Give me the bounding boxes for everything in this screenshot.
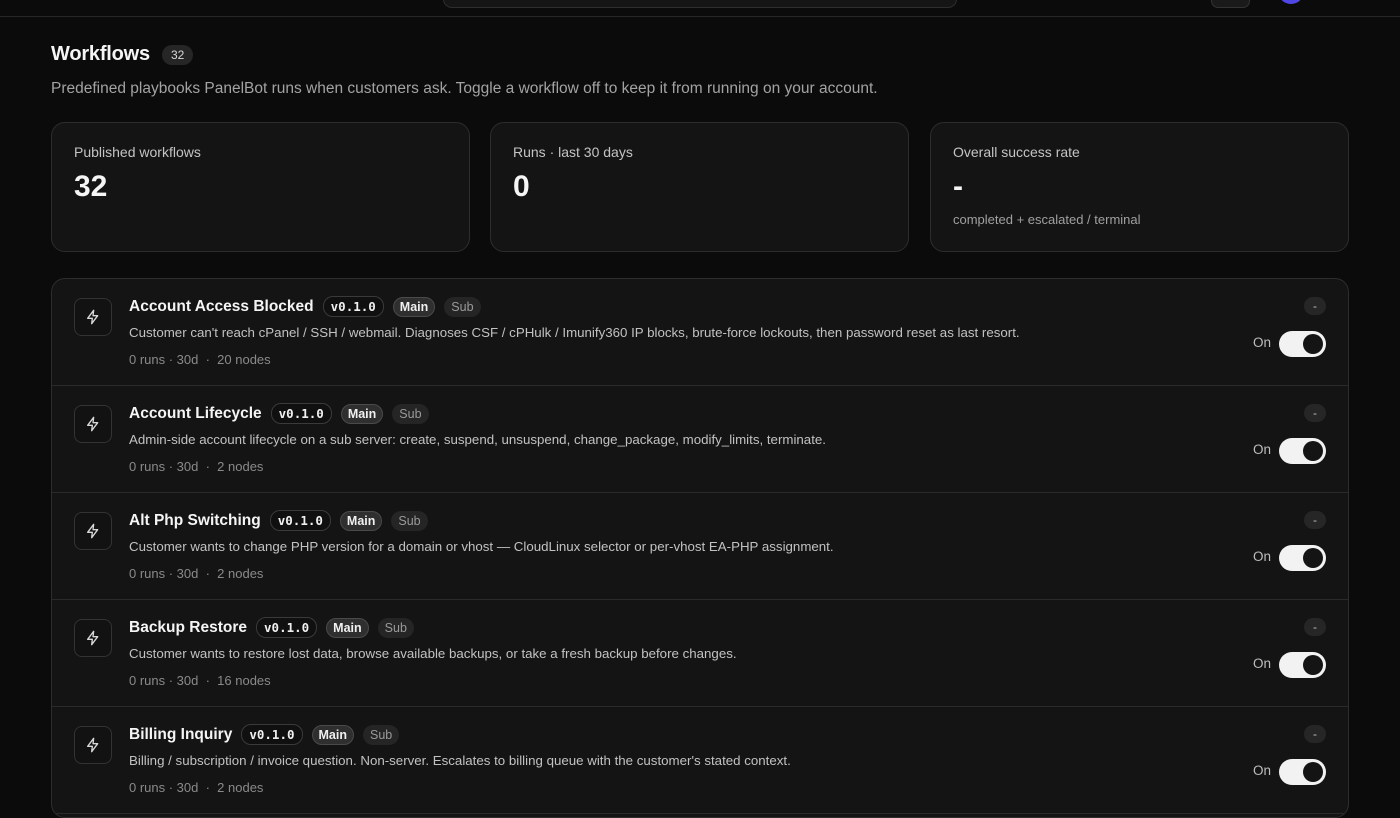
workflow-description: Customer can't reach cPanel / SSH / webm…	[129, 325, 1020, 340]
workflow-description: Billing / subscription / invoice questio…	[129, 753, 791, 768]
enable-toggle[interactable]	[1279, 652, 1326, 678]
stat-card-published: Published workflows 32	[51, 122, 470, 252]
workflow-name[interactable]: Account Access Blocked	[129, 298, 314, 316]
toggle-knob	[1303, 334, 1323, 354]
toggle-knob	[1303, 548, 1323, 568]
page-title: Workflows	[51, 43, 150, 65]
toggle-knob	[1303, 762, 1323, 782]
workflow-meta: 0 runs · 30d · 20 nodes	[129, 352, 271, 367]
runs-count: 0 runs · 30d	[129, 566, 199, 581]
workflow-list: Account Access Blocked v0.1.0 Main Sub C…	[51, 278, 1349, 818]
success-rate-badge: -	[1304, 725, 1326, 743]
stat-value: 32	[74, 170, 108, 203]
enable-toggle[interactable]	[1279, 545, 1326, 571]
sub-tag: Sub	[444, 296, 481, 317]
main-tag: Main	[326, 617, 369, 638]
version-badge: v0.1.0	[256, 617, 318, 638]
enable-toggle[interactable]	[1279, 331, 1326, 357]
workflow-meta: 0 runs · 30d · 16 nodes	[129, 673, 271, 688]
sub-tag: Sub	[392, 403, 429, 424]
workflow-row[interactable]: Account Lifecycle v0.1.0 Main Sub Admin-…	[52, 386, 1348, 493]
toggle-label: On	[1252, 763, 1271, 778]
enable-toggle[interactable]	[1279, 759, 1326, 785]
workflow-row[interactable]: Billing Inquiry v0.1.0 Main Sub Billing …	[52, 707, 1348, 814]
toggle-label: On	[1252, 656, 1271, 671]
search-input[interactable]	[443, 0, 957, 8]
workflow-name[interactable]: Account Lifecycle	[129, 405, 262, 423]
toggle-label: On	[1252, 442, 1271, 457]
lightning-icon	[74, 619, 112, 657]
stat-label: Overall success rate	[953, 144, 1080, 160]
main-tag: Main	[340, 403, 384, 424]
sub-tag: Sub	[362, 724, 400, 745]
stat-label: Published workflows	[74, 144, 201, 160]
success-rate-badge: -	[1304, 297, 1326, 315]
stat-card-runs: Runs · last 30 days 0	[490, 122, 909, 252]
toggle-knob	[1303, 441, 1323, 461]
toggle-label: On	[1252, 335, 1271, 350]
stat-card-success-rate: Overall success rate - completed + escal…	[930, 122, 1349, 252]
workflow-meta: 0 runs · 30d · 2 nodes	[129, 566, 264, 581]
topbar-icon-button[interactable]	[1211, 0, 1250, 8]
version-badge: v0.1.0	[270, 403, 332, 424]
nodes-count: 20 nodes	[217, 352, 271, 367]
version-badge: v0.1.0	[322, 296, 384, 317]
workflow-name[interactable]: Billing Inquiry	[129, 726, 232, 744]
workflow-meta: 0 runs · 30d · 2 nodes	[129, 459, 264, 474]
success-rate-badge: -	[1304, 404, 1326, 422]
version-badge: v0.1.0	[241, 724, 303, 745]
nodes-count: 16 nodes	[217, 673, 271, 688]
main-tag: Main	[311, 724, 354, 745]
workflow-row[interactable]: Account Access Blocked v0.1.0 Main Sub C…	[52, 279, 1348, 386]
main-tag: Main	[392, 296, 436, 317]
top-bar	[0, 0, 1400, 17]
stat-label: Runs · last 30 days	[513, 144, 633, 160]
workflow-description: Admin-side account lifecycle on a sub se…	[129, 432, 826, 447]
page-subtitle: Predefined playbooks PanelBot runs when …	[51, 80, 878, 97]
toggle-knob	[1303, 655, 1323, 675]
sub-tag: Sub	[391, 510, 428, 531]
workflow-name[interactable]: Alt Php Switching	[129, 512, 261, 530]
workflow-row[interactable]: Backup Restore v0.1.0 Main Sub Customer …	[52, 600, 1348, 707]
workflow-name[interactable]: Backup Restore	[129, 619, 247, 637]
runs-count: 0 runs · 30d	[129, 459, 199, 474]
workflow-count-badge: 32	[161, 44, 194, 65]
success-rate-badge: -	[1304, 618, 1326, 636]
nodes-count: 2 nodes	[217, 566, 264, 581]
success-rate-badge: -	[1304, 511, 1326, 529]
toggle-label: On	[1252, 549, 1271, 564]
workflow-row[interactable]: Alt Php Switching v0.1.0 Main Sub Custom…	[52, 493, 1348, 600]
nodes-count: 2 nodes	[217, 459, 264, 474]
lightning-icon	[74, 298, 112, 336]
runs-count: 0 runs · 30d	[129, 352, 199, 367]
stats-row: Published workflows 32 Runs · last 30 da…	[51, 122, 1349, 252]
workflow-description: Customer wants to change PHP version for…	[129, 539, 834, 554]
lightning-icon	[74, 405, 112, 443]
enable-toggle[interactable]	[1279, 438, 1326, 464]
page-header: Workflows 32 Predefined playbooks PanelB…	[51, 43, 1349, 98]
stat-value: -	[953, 170, 963, 203]
version-badge: v0.1.0	[269, 510, 331, 531]
lightning-icon	[74, 726, 112, 764]
runs-count: 0 runs · 30d	[129, 673, 199, 688]
stat-value: 0	[513, 170, 530, 203]
stat-note: completed + escalated / terminal	[953, 212, 1141, 227]
sub-tag: Sub	[377, 617, 414, 638]
workflow-description: Customer wants to restore lost data, bro…	[129, 646, 737, 661]
main-tag: Main	[339, 510, 383, 531]
lightning-icon	[74, 512, 112, 550]
avatar[interactable]	[1278, 0, 1304, 4]
